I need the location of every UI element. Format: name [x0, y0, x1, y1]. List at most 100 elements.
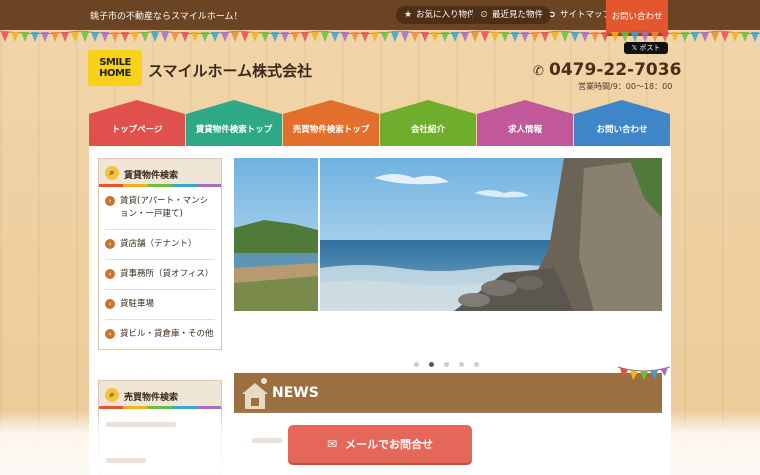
hero-slideshow[interactable]: [234, 158, 662, 311]
bunting-flag: [271, 32, 279, 42]
slider-dot[interactable]: [414, 362, 419, 367]
bunting-flag: [731, 32, 739, 42]
bunting-flag: [751, 32, 759, 42]
rental-item-building[interactable]: › 貸ビル・貸倉庫・その他: [105, 320, 215, 349]
bunting-flag: [591, 32, 599, 42]
news-title: NEWS: [272, 385, 319, 401]
business-hours: 営業時間/9：00〜18：00: [578, 82, 673, 91]
phone-icon: ✆: [533, 64, 544, 79]
rental-item-office[interactable]: › 貸事務所（貸オフィス）: [105, 260, 215, 290]
bunting-flag: [561, 32, 569, 42]
nav-item-jobs[interactable]: 求人情報: [477, 100, 573, 146]
mail-inquiry-button[interactable]: ✉ メールでお問合せ: [288, 425, 472, 463]
bunting-flag: [281, 32, 289, 42]
bunting-flag: [641, 32, 649, 42]
bunting-flag: [211, 32, 219, 42]
bunting-flag: [671, 32, 679, 42]
bunting-flag: [461, 32, 469, 42]
bunting-flag: [311, 32, 319, 42]
favorites-link[interactable]: ★ お気に入り物件: [396, 6, 484, 24]
rental-search-title: 賃貸物件検索: [124, 171, 179, 181]
sitemap-link[interactable]: ➲ サイトマップ: [546, 6, 611, 24]
bunting-flag: [301, 32, 309, 42]
sale-search-title: 売買物件検索: [124, 393, 179, 403]
nav-label: 会社紹介: [410, 125, 445, 135]
post-label: ポスト: [639, 44, 661, 52]
bunting-flag: [251, 32, 259, 42]
bunting-flag: [71, 32, 79, 42]
list-item-label: 貸ビル・貸倉庫・その他: [120, 329, 214, 339]
nav-label: 求人情報: [507, 125, 542, 135]
bunting-flag: [411, 32, 419, 42]
bunting-flag: [151, 32, 159, 42]
rental-item-store[interactable]: › 貸店舗（テナント）: [105, 230, 215, 260]
mail-button-label: メールでお問合せ: [345, 438, 434, 451]
arrow-right-icon: ›: [105, 239, 115, 249]
bunting-flag: [171, 32, 179, 42]
phone-text: 0479-22-7036: [549, 60, 682, 80]
bunting-flag: [181, 32, 189, 42]
bunting-flag: [371, 32, 379, 42]
bunting-flag: [381, 32, 389, 42]
news-header: NEWS: [234, 366, 670, 413]
bunting-flag: [361, 32, 369, 42]
nav-label: 賃貸物件検索トップ: [195, 125, 273, 135]
bunting-flag: [631, 32, 639, 42]
rental-item-parking[interactable]: › 貸駐車場: [105, 290, 215, 320]
bunting-flag: [651, 32, 659, 42]
bunting-flag: [221, 32, 229, 42]
bunting-flag: [231, 32, 239, 42]
bunting-flag: [721, 32, 729, 42]
bunting-flag: [201, 32, 209, 42]
bunting-flag: [471, 32, 479, 42]
list-item-label: 貸駐車場: [120, 299, 155, 309]
bunting-flag: [161, 32, 169, 42]
rental-item-apartment[interactable]: › 賃貸(アパート・マンション・一戸建て): [105, 187, 215, 230]
bunting-flag: [611, 32, 619, 42]
bunting-flag: [331, 32, 339, 42]
site-tagline: 銚子市の不動産ならスマイルホーム！: [90, 12, 243, 22]
arrow-right-icon: ›: [105, 299, 115, 309]
nav-item-top[interactable]: トップページ: [89, 100, 185, 146]
phone-number[interactable]: ✆ 0479-22-7036: [533, 60, 681, 80]
bunting-flag: [491, 32, 499, 42]
nav-item-rental-search[interactable]: 賃貸物件検索トップ: [186, 100, 282, 146]
house-icon: [242, 378, 268, 409]
bunting-flag: [1, 32, 9, 42]
bunting-flag: [521, 32, 529, 42]
rental-search-header: ⌕ 賃貸物件検索: [99, 159, 221, 187]
nav-item-contact[interactable]: お問い合わせ: [574, 100, 670, 146]
star-icon: ★: [403, 10, 413, 20]
faded-text: [106, 422, 176, 427]
bunting-flag: [451, 32, 459, 42]
bunting-flag: [421, 32, 429, 42]
bunting-flag: [131, 32, 139, 42]
bunting-flag: [511, 32, 519, 42]
nav-item-sale-search[interactable]: 売買物件検索トップ: [283, 100, 379, 146]
bunting-flag: [61, 32, 69, 42]
x-post-button[interactable]: 𝕏 ポスト: [624, 42, 668, 54]
rental-search-box: ⌕ 賃貸物件検索 › 賃貸(アパート・マンション・一戸建て) › 貸店舗（テナント）…: [98, 158, 222, 350]
search-icon: ⌕: [105, 388, 119, 402]
company-logo[interactable]: SMILE HOME: [88, 50, 142, 86]
bunting-flag: [531, 32, 539, 42]
main-nav: トップページ 賃貸物件検索トップ 売買物件検索トップ 会社紹介 求人情報 お問い…: [89, 100, 671, 146]
nav-label: トップページ: [111, 125, 163, 135]
search-icon: ⌕: [105, 166, 119, 180]
slider-pagination: [414, 357, 489, 367]
nav-item-company[interactable]: 会社紹介: [380, 100, 476, 146]
nav-label: お問い合わせ: [596, 125, 648, 135]
slider-dot-active[interactable]: [429, 362, 434, 367]
list-item-label: 貸店舗（テナント）: [120, 239, 197, 249]
slider-dot[interactable]: [474, 362, 479, 367]
slider-dot[interactable]: [459, 362, 464, 367]
recent-label: 最近見た物件: [492, 10, 544, 20]
arrow-right-icon: ›: [105, 196, 115, 206]
faded-text: [252, 438, 282, 443]
bunting-flag: [541, 32, 549, 42]
bunting-flag: [701, 32, 709, 42]
logo-text-home: HOME: [99, 68, 131, 79]
slider-dot[interactable]: [444, 362, 449, 367]
recently-viewed-link[interactable]: ⏲ 最近見た物件: [472, 6, 552, 24]
clock-icon: ⏲: [480, 10, 488, 20]
